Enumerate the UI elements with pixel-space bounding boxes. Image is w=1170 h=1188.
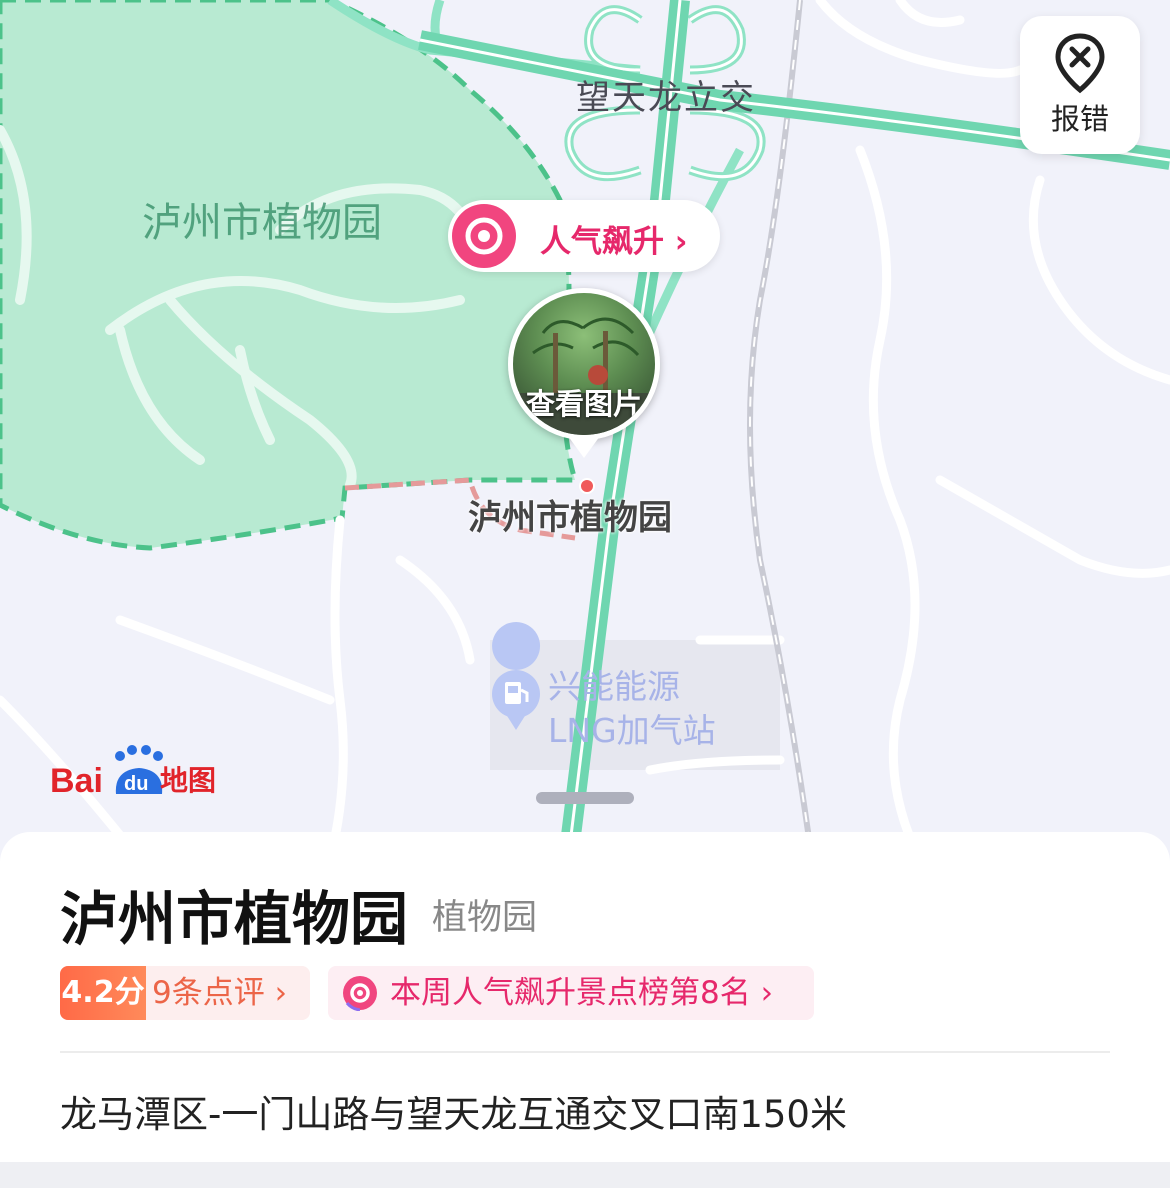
popularity-tag[interactable]: 人气飙升 › — [448, 200, 720, 272]
poi-title: 泸州市植物园 — [60, 885, 409, 953]
gas-station-label-line2[interactable]: LNG加气站 — [548, 704, 716, 752]
view-photos-label: 查看图片 — [525, 387, 642, 421]
poi-detail-panel: 泸州市植物园 植物园 4.2分 9条点评 › 本周人气飙升景点榜第8名 › 龙马… — [0, 832, 1170, 1162]
rating-score: 4.2分 — [60, 966, 146, 1020]
review-count-link: 9条点评 › — [152, 975, 287, 1011]
svg-text:du: du — [124, 773, 148, 795]
divider — [60, 1051, 1110, 1053]
park-area-label: 泸州市植物园 — [142, 200, 382, 246]
poi-map-label[interactable]: 泸州市植物园 — [468, 490, 672, 539]
svg-text:Bai: Bai — [50, 762, 103, 800]
bubble-pointer — [568, 436, 600, 458]
view-photos-bubble[interactable]: 查看图片 — [508, 288, 660, 440]
ranking-text: 本周人气飙升景点榜第8名 › — [390, 975, 773, 1011]
poi-category: 植物园 — [432, 898, 538, 938]
trending-icon — [452, 204, 516, 268]
rating-chip[interactable]: 4.2分 9条点评 › — [60, 966, 310, 1020]
popularity-tag-text: 人气飙升 › — [540, 224, 688, 260]
report-error-button[interactable]: 报错 — [1020, 16, 1140, 154]
interchange-label: 望天龙立交 — [576, 78, 756, 118]
poi-marker[interactable] — [579, 478, 595, 494]
map-pin-x-icon — [1055, 33, 1105, 94]
poi-address[interactable]: 龙马潭区-一门山路与望天龙互通交叉口南150米 — [60, 1084, 847, 1138]
ranking-chip[interactable]: 本周人气飙升景点榜第8名 › — [328, 966, 814, 1020]
map-view[interactable]: 泸州市植物园 望天龙立交 泸州市植物园 兴能能源 LNG加气站 报错 人气飙升 … — [0, 0, 1170, 865]
report-error-label: 报错 — [1050, 102, 1109, 136]
bottom-strip — [0, 1162, 1170, 1188]
baidu-map-logo: Bai du 地图 — [50, 745, 216, 800]
panel-drag-handle[interactable] — [536, 792, 634, 804]
svg-text:地图: 地图 — [160, 764, 216, 797]
trending-icon — [343, 976, 377, 1011]
gas-station-label-line1[interactable]: 兴能能源 — [548, 660, 680, 708]
